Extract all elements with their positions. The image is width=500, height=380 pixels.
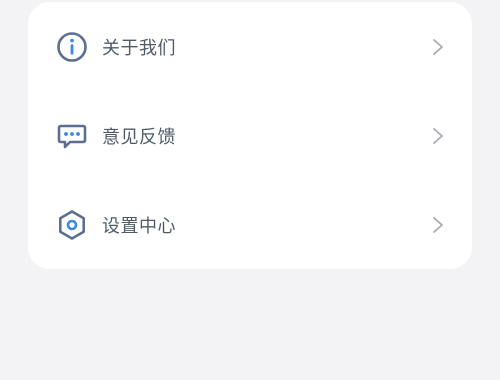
settings-hexagon-icon	[56, 209, 88, 241]
feedback-icon	[56, 120, 88, 152]
menu-item-settings-center[interactable]: 设置中心	[28, 180, 472, 269]
menu-item-label: 关于我们	[102, 37, 176, 59]
menu-item-about-us[interactable]: 关于我们	[28, 2, 472, 91]
chevron-right-icon	[432, 38, 444, 56]
info-icon	[56, 31, 88, 63]
chevron-right-icon	[432, 127, 444, 145]
menu-item-label: 意见反馈	[102, 126, 176, 148]
chevron-right-icon	[432, 216, 444, 234]
menu-item-label: 设置中心	[102, 215, 176, 237]
settings-card: 关于我们 意见反馈 设置中心	[28, 2, 472, 269]
menu-item-feedback[interactable]: 意见反馈	[28, 91, 472, 180]
